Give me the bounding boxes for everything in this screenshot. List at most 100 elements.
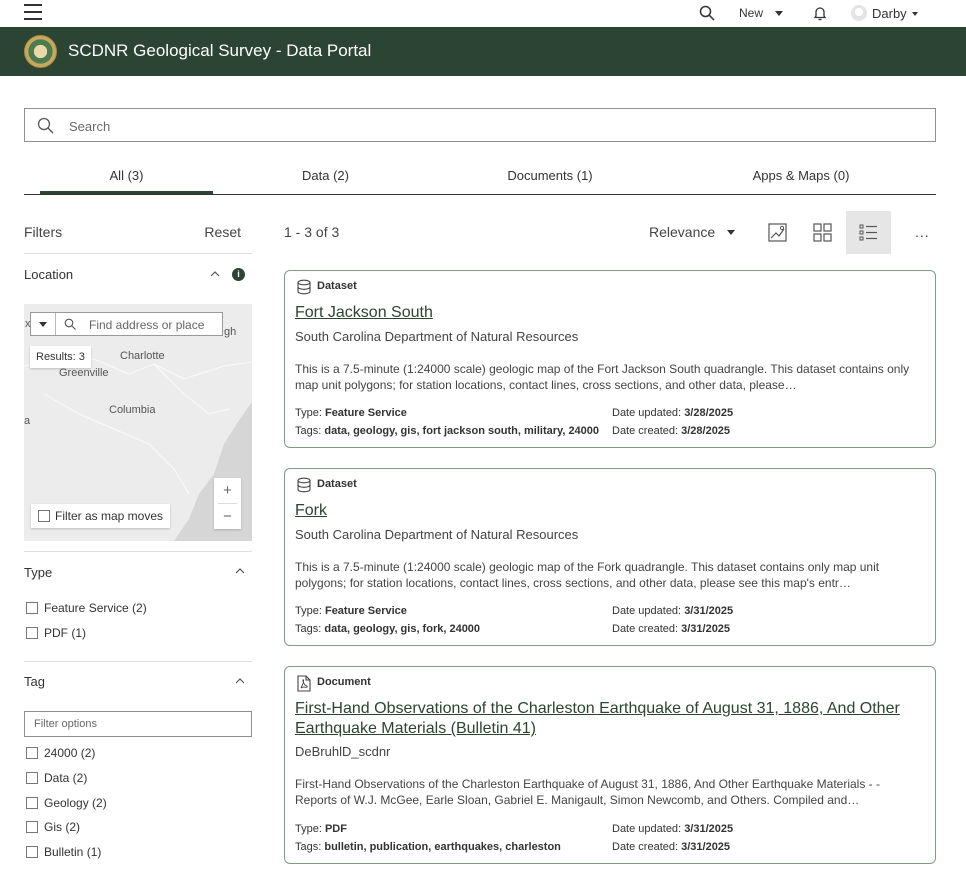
option-label: Bulletin (1) [44, 845, 102, 859]
meta-label: Type: [295, 605, 322, 617]
grid-view-icon [813, 223, 832, 242]
checkbox[interactable] [26, 772, 38, 784]
search-icon[interactable] [699, 5, 715, 21]
meta-value: 3/28/2025 [681, 425, 731, 437]
map-label-greenville: Greenville [59, 367, 109, 379]
option-label: 24000 (2) [44, 746, 96, 760]
item-type-meta: Type: Feature Service [295, 407, 407, 419]
database-icon [297, 477, 311, 493]
info-icon[interactable]: i [232, 268, 245, 281]
item-type-meta: Type: PDF [295, 823, 347, 835]
item-title-link[interactable]: First-Hand Observations of the Charlesto… [295, 699, 930, 739]
list-view-icon [859, 224, 877, 241]
chevron-up-icon[interactable] [210, 269, 220, 279]
chevron-down-icon [727, 230, 735, 235]
meta-label: Tags: [295, 425, 322, 437]
tab-all[interactable]: All (3) [40, 168, 213, 183]
checkbox[interactable] [26, 747, 38, 759]
checkbox[interactable] [26, 602, 38, 614]
meta-value: Feature Service [324, 407, 407, 419]
database-icon [297, 279, 311, 295]
map-place-search[interactable]: Find address or place [30, 312, 223, 336]
checkbox[interactable] [26, 797, 38, 809]
scdnr-seal-logo[interactable] [24, 35, 57, 68]
filter-as-map-moves-checkbox[interactable] [38, 510, 50, 522]
map-label-partial: gh [224, 326, 237, 338]
meta-label: Date updated: [612, 407, 682, 419]
item-tags-meta: Tags: data, geology, gis, fort jackson s… [295, 425, 599, 437]
tag-filter-placeholder: Filter options [34, 718, 97, 730]
meta-label: Tags: [295, 623, 322, 635]
item-created-meta: Date created: 3/28/2025 [612, 425, 730, 437]
meta-label: Type: [295, 407, 322, 419]
meta-value: data, geology, gis, fort jackson south, … [324, 425, 600, 437]
item-tags-meta: Tags: data, geology, gis, fork, 24000 [295, 623, 480, 635]
item-title-link[interactable]: Fort Jackson South [295, 303, 433, 323]
item-title-link[interactable]: Fork [295, 501, 327, 521]
meta-label: Tags: [295, 841, 322, 853]
user-menu-button[interactable]: Darby [872, 6, 907, 21]
map-label-columbia: Columbia [109, 404, 156, 416]
item-tags-meta: Tags: bulletin, publication, earthquakes… [295, 841, 561, 853]
checkbox[interactable] [26, 821, 38, 833]
zoom-in-button[interactable]: + [214, 478, 241, 503]
item-type-meta: Type: Feature Service [295, 605, 407, 617]
meta-value: bulletin, publication, earthquakes, char… [324, 841, 561, 853]
grid-view-button[interactable] [800, 211, 845, 254]
site-title[interactable]: SCDNR Geological Survey - Data Portal [68, 41, 371, 61]
sort-dropdown[interactable]: Relevance [649, 224, 715, 240]
search-placeholder: Search [69, 119, 111, 134]
item-owner: DeBruhlD_scdnr [295, 744, 391, 759]
meta-label: Date created: [612, 623, 679, 635]
filters-header: Filters Reset [24, 224, 252, 254]
filter-as-map-moves-label: Filter as map moves [55, 509, 164, 523]
hamburger-menu-icon[interactable] [24, 4, 42, 20]
tag-filter-input[interactable]: Filter options [24, 711, 252, 737]
chevron-up-icon[interactable] [235, 676, 245, 686]
item-type-label: Dataset [317, 478, 357, 490]
map-search-placeholder: Find address or place [89, 318, 205, 332]
list-view-button[interactable] [846, 211, 891, 254]
option-label: Gis (2) [44, 820, 80, 834]
meta-value: 3/28/2025 [684, 407, 734, 419]
divider [24, 661, 252, 662]
meta-value: data, geology, gis, fork, 24000 [324, 623, 481, 635]
more-options-button[interactable]: ... [915, 224, 930, 240]
checkbox[interactable] [26, 846, 38, 858]
checkbox[interactable] [26, 627, 38, 639]
location-filter-label: Location [24, 267, 74, 282]
bell-icon[interactable] [812, 5, 828, 21]
option-label: Feature Service (2) [44, 601, 147, 615]
map-label-partial: a [24, 415, 31, 427]
tab-data[interactable]: Data (2) [269, 168, 382, 183]
chevron-down-icon [912, 12, 918, 16]
chevron-up-icon[interactable] [235, 566, 245, 576]
item-description: This is a 7.5-minute (1:24000 scale) geo… [295, 560, 880, 590]
item-owner: South Carolina Department of Natural Res… [295, 527, 579, 542]
meta-label: Date created: [612, 841, 679, 853]
meta-value: PDF [324, 823, 347, 835]
map-view-icon [768, 223, 787, 242]
filter-as-map-moves-toggle[interactable]: Filter as map moves [31, 504, 171, 528]
type-filter-label: Type [24, 565, 53, 580]
tab-apps-maps[interactable]: Apps & Maps (0) [736, 168, 866, 183]
result-card: Dataset Fort Jackson South South Carolin… [284, 270, 936, 448]
location-map[interactable]: Find address or place Results: 3 Charlot… [24, 304, 252, 541]
item-updated-meta: Date updated: 3/28/2025 [612, 407, 733, 419]
map-view-button[interactable] [755, 211, 800, 254]
new-menu-button[interactable]: New [739, 6, 763, 20]
option-label: Geology (2) [44, 796, 107, 810]
meta-value: 3/31/2025 [681, 841, 731, 853]
map-results-badge: Results: 3 [30, 346, 91, 368]
results-count: 1 - 3 of 3 [284, 224, 340, 240]
search-input[interactable]: Search [24, 108, 936, 142]
tab-documents[interactable]: Documents (1) [485, 168, 615, 183]
map-search-source-dropdown[interactable] [31, 313, 56, 335]
map-zoom-control: + − [214, 478, 241, 529]
zoom-out-button[interactable]: − [214, 504, 241, 529]
tag-filter-label: Tag [24, 674, 45, 689]
filters-title: Filters [24, 224, 63, 240]
reset-filters-button[interactable]: Reset [204, 224, 241, 240]
map-label-charlotte: Charlotte [120, 350, 165, 362]
avatar[interactable] [851, 5, 867, 21]
